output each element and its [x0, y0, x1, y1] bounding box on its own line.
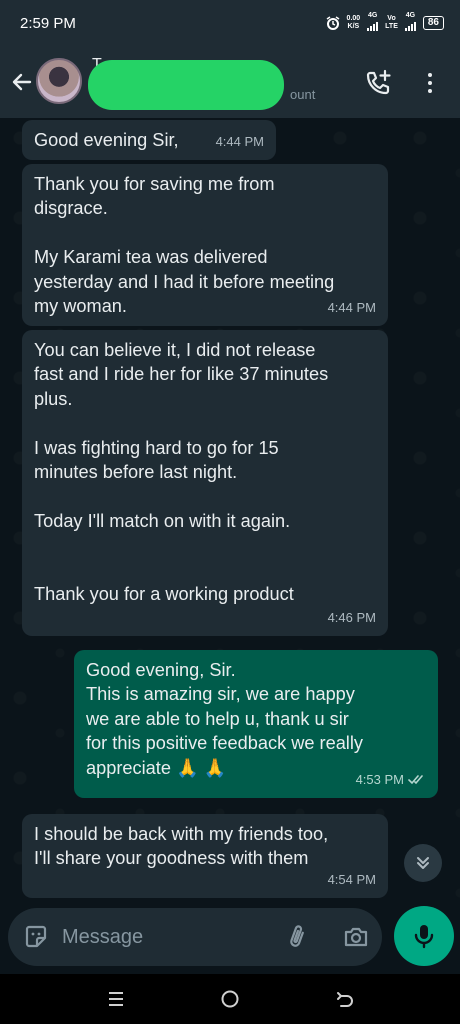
data-rate: 0.00 K/S	[346, 15, 361, 30]
recents-button[interactable]	[103, 986, 129, 1012]
attach-button[interactable]	[284, 923, 310, 951]
message-composer	[8, 908, 382, 966]
status-bar: 2:59 PM 0.00 K/S 4G Vo LTE 4G 86	[0, 0, 460, 46]
voice-record-button[interactable]	[394, 906, 454, 966]
network-2: 4G	[404, 12, 416, 34]
double-chevron-down-icon	[417, 857, 429, 869]
message-bubble[interactable]: Good evening Sir, 4:44 PM	[22, 120, 276, 160]
home-circle-icon	[221, 990, 239, 1008]
battery-indicator: 86	[422, 16, 444, 30]
alarm-icon	[326, 16, 339, 30]
call-button[interactable]	[364, 68, 394, 98]
menu-lines-icon	[109, 992, 123, 1006]
redaction-mark	[88, 60, 284, 110]
mic-icon	[414, 925, 434, 949]
sticker-button[interactable]	[22, 923, 50, 951]
message-bubble[interactable]: I should be back with my friends too, I'…	[22, 814, 388, 898]
message-time: 4:44 PM	[327, 299, 376, 315]
message-time: 4:44 PM	[215, 133, 264, 149]
chat-area[interactable]: Good evening Sir, 4:44 PM Thank you for …	[0, 118, 460, 900]
chat-header: T ount	[0, 46, 460, 118]
contact-subtitle[interactable]: ount	[290, 87, 315, 102]
message-text: Thank you for saving me from disgrace. M…	[34, 174, 335, 317]
camera-button[interactable]	[342, 924, 370, 950]
more-options-button[interactable]	[418, 66, 442, 100]
signal-icon-2	[404, 20, 416, 31]
camera-icon	[344, 927, 368, 947]
back-button[interactable]	[8, 64, 36, 100]
double-check-icon	[408, 775, 423, 785]
back-nav-icon	[337, 992, 353, 1007]
signal-icon	[367, 20, 379, 31]
message-time: 4:46 PM	[327, 609, 376, 625]
volte-badge: Vo LTE	[385, 15, 398, 30]
message-bubble[interactable]: Thank you for saving me from disgrace. M…	[22, 164, 388, 326]
message-bubble[interactable]: You can believe it, I did not release fa…	[22, 330, 388, 636]
call-add-icon	[366, 69, 391, 95]
message-time: 4:54 PM	[327, 871, 376, 887]
message-time: 4:53 PM	[356, 768, 426, 792]
system-nav-bar	[0, 974, 460, 1024]
message-text: You can believe it, I did not release fa…	[34, 340, 329, 605]
network-1: 4G	[367, 12, 379, 34]
sticker-icon	[25, 925, 47, 948]
message-input[interactable]	[62, 920, 272, 954]
contact-avatar[interactable]	[36, 58, 82, 104]
scroll-to-bottom-button[interactable]	[404, 844, 442, 882]
status-icons: 0.00 K/S 4G Vo LTE 4G 86	[326, 12, 444, 34]
message-text: Good evening, Sir. This is amazing sir, …	[86, 660, 363, 778]
attach-icon	[290, 925, 304, 947]
back-nav-button[interactable]	[332, 986, 358, 1012]
message-text: I should be back with my friends too, I'…	[34, 824, 329, 869]
back-arrow-icon	[12, 73, 32, 91]
status-time: 2:59 PM	[20, 14, 76, 32]
home-button[interactable]	[217, 986, 243, 1012]
message-bubble[interactable]: Good evening, Sir. This is amazing sir, …	[74, 650, 438, 798]
